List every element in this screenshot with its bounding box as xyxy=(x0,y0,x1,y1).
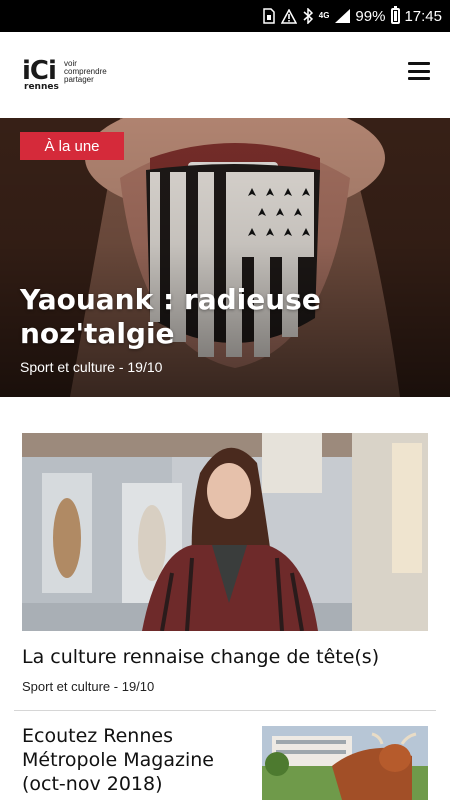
app-header: iCi rennes voir comprendre partager xyxy=(0,32,450,118)
featured-article-meta: Sport et culture - 19/10 xyxy=(20,359,163,375)
article-thumbnail[interactable] xyxy=(262,726,428,800)
signal-icon xyxy=(335,7,351,25)
article-meta: Sport et culture - 19/10 xyxy=(22,679,155,694)
featured-article-title[interactable]: Yaouank : radieuse noz'talgie xyxy=(20,283,420,351)
logo-tagline-line: partager xyxy=(64,75,94,84)
sim-icon xyxy=(263,7,275,25)
bluetooth-icon xyxy=(303,7,313,25)
featured-badge: À la une xyxy=(20,132,124,160)
battery-percent: 99% xyxy=(355,7,386,25)
article-title[interactable]: La culture rennaise change de tête(s) xyxy=(22,645,428,669)
article-title[interactable]: Ecoutez Rennes Métropole Magazine (oct-n… xyxy=(22,724,250,796)
featured-article[interactable]: À la une Yaouank : radieuse noz'talgie S… xyxy=(0,118,450,397)
network-4g-icon: 4G xyxy=(318,11,330,20)
article-card[interactable]: La culture rennaise change de tête(s) Sp… xyxy=(22,433,428,694)
battery-icon xyxy=(391,6,401,25)
clock: 17:45 xyxy=(404,7,442,25)
site-logo[interactable]: iCi rennes voir comprendre partager xyxy=(22,58,122,98)
alert-icon xyxy=(280,7,297,25)
hamburger-menu-icon[interactable] xyxy=(408,60,430,82)
divider xyxy=(14,710,436,711)
logo-city: rennes xyxy=(24,82,59,92)
article-image xyxy=(22,433,428,631)
status-bar: 4G 99% 17:45 xyxy=(0,0,450,32)
logo-wordmark: iCi xyxy=(22,56,57,86)
logo-tagline: voir comprendre partager xyxy=(64,60,107,84)
